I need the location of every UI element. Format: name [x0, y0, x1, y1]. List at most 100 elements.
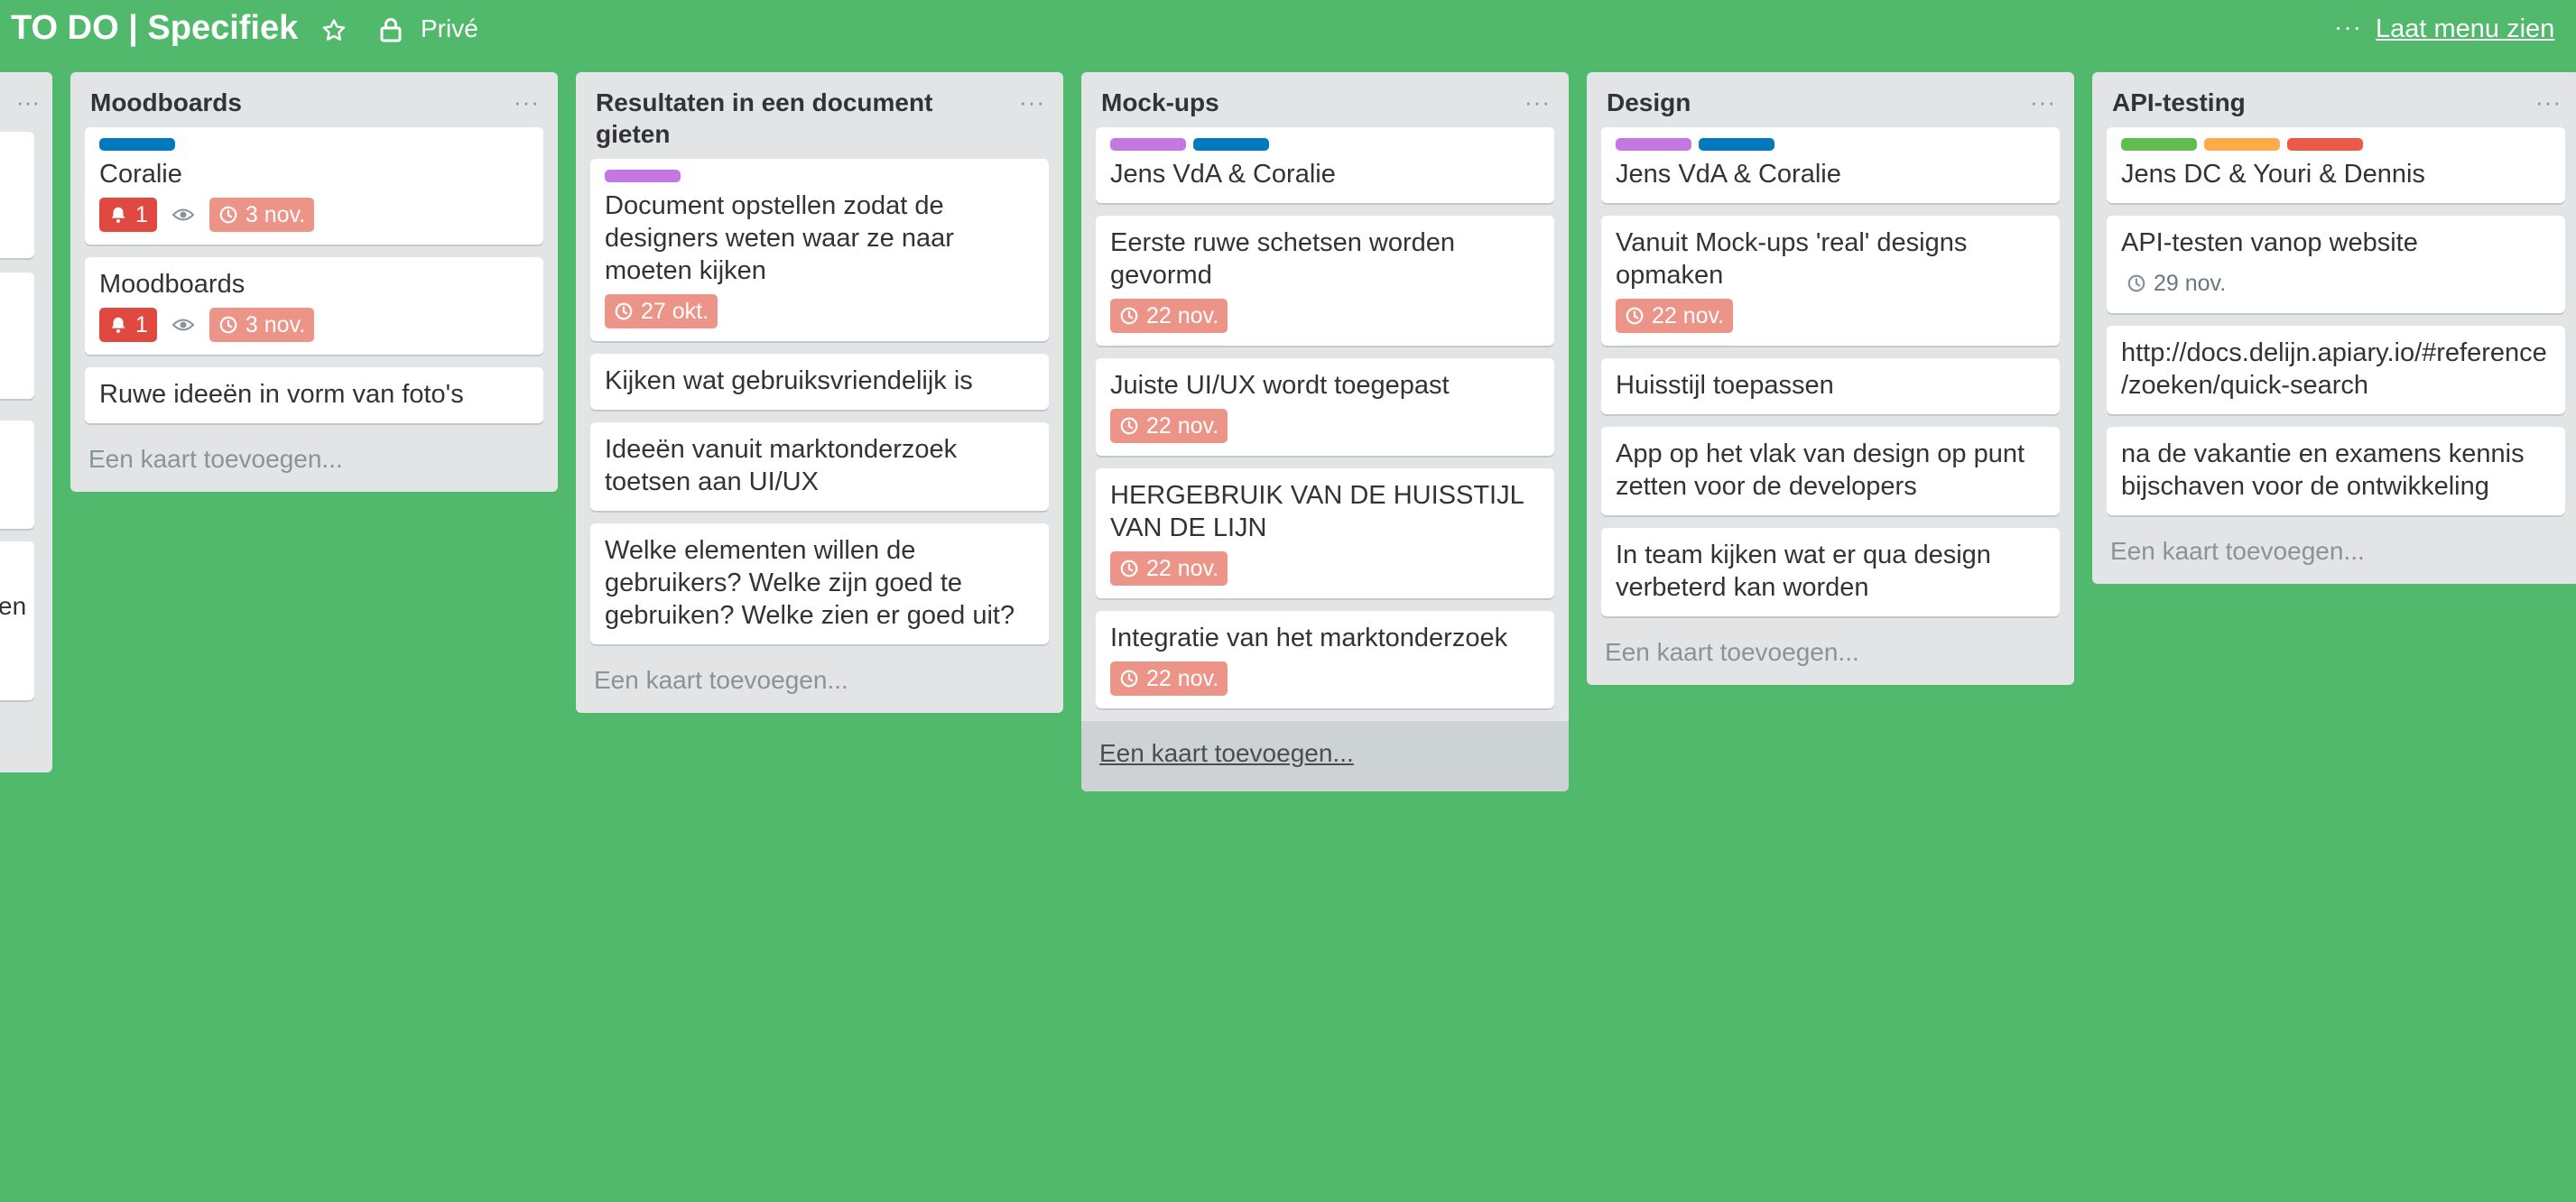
clock-icon — [1119, 306, 1139, 326]
list-card[interactable]: Huisstijl toepassen — [1601, 358, 2060, 414]
list-header: API-testing ··· — [2092, 72, 2576, 127]
list-card[interactable]: en — [0, 541, 34, 700]
clock-icon — [1119, 559, 1139, 578]
card-title: Ideeën vanuit marktonderzoek toetsen aan… — [605, 435, 958, 496]
card-title: Document opstellen zodat de designers we… — [605, 191, 954, 285]
list-card[interactable]: Kijken wat gebruiksvriendelijk is — [590, 354, 1049, 410]
card-title: Moodboards — [99, 270, 246, 299]
list-menu-icon[interactable]: ··· — [2030, 88, 2056, 116]
list-resultaten-in-een-document-gieten: Resultaten in een document gieten ··· Docu… — [576, 72, 1063, 713]
label-blue — [99, 138, 175, 151]
list-title[interactable]: Resultaten in een document gieten — [596, 87, 991, 150]
list-card[interactable]: Juiste UI/UX wordt toegepast 22 nov. — [1096, 358, 1554, 456]
list-menu-icon[interactable]: ··· — [16, 88, 40, 116]
due-date: 22 nov. — [1146, 665, 1219, 691]
bell-icon — [108, 205, 128, 225]
list-card[interactable]: Ruwe ideeën in vorm van foto's — [85, 367, 543, 423]
due-date: 29 nov. — [2154, 270, 2227, 296]
add-card-button[interactable]: Een kaart toevoegen... — [88, 436, 543, 477]
due-date-badge: 22 nov. — [1616, 299, 1734, 333]
show-menu-link[interactable]: Laat menu zien — [2376, 14, 2554, 44]
list-card[interactable] — [0, 132, 34, 258]
lock-icon[interactable] — [379, 16, 404, 45]
card-badges: 22 nov. — [1110, 551, 1542, 586]
list-card[interactable]: http://docs.delijn.apiary.io/#reference/… — [2107, 326, 2565, 414]
due-date: 22 nov. — [1652, 302, 1725, 328]
add-card-button[interactable]: Een kaart toevoegen... — [1081, 721, 1569, 791]
more-icon[interactable]: ··· — [2334, 13, 2362, 42]
list-api-testing: API-testing ··· Jens DC & Youri & Dennis AP… — [2092, 72, 2576, 584]
due-date-badge: 3 nov. — [208, 308, 315, 342]
label-orange — [2204, 138, 2280, 151]
list-card[interactable]: Ideeën vanuit marktonderzoek toetsen aan… — [590, 422, 1049, 511]
list-menu-icon[interactable]: ··· — [1524, 88, 1551, 116]
card-labels — [1616, 138, 2047, 151]
card-title: Ruwe ideeën in vorm van foto's — [99, 380, 464, 409]
due-date: 3 nov. — [245, 311, 306, 337]
label-red — [2287, 138, 2363, 151]
star-icon[interactable] — [316, 13, 352, 49]
list-card[interactable]: API-testen vanop website 29 nov. — [2107, 216, 2565, 313]
card-badges: 1 3 nov. — [99, 198, 531, 232]
card-text-fragment: en — [0, 592, 27, 620]
list-header: Design ··· — [1587, 72, 2074, 127]
list-card[interactable]: App op het vlak van design op punt zette… — [1601, 427, 2060, 515]
add-card-button[interactable]: Een kaart toevoegen... — [1605, 629, 2060, 670]
label-blue — [1193, 138, 1269, 151]
card-badges: 22 nov. — [1110, 661, 1542, 696]
list-design: Design ··· Jens VdA & Coralie Vanuit Mock-u… — [1587, 72, 2074, 685]
list-title[interactable]: Design — [1607, 87, 2002, 118]
card-title: API-testen vanop website — [2121, 228, 2418, 257]
board-title[interactable]: TO DO | Specifiek — [11, 9, 298, 48]
list-card[interactable] — [0, 273, 34, 399]
clock-icon — [218, 315, 238, 335]
label-blue — [1699, 138, 1774, 151]
list-card[interactable]: Welke elementen willen de gebruikers? We… — [590, 523, 1049, 644]
visibility-button[interactable]: Privé — [421, 14, 478, 43]
list-card[interactable]: In team kijken wat er qua design verbete… — [1601, 528, 2060, 616]
list-moodboards: Moodboards ··· Coralie 1 3 nov. Moodboards 1 3 … — [70, 72, 558, 492]
clock-icon — [218, 205, 238, 225]
list-title[interactable]: API-testing — [2112, 87, 2507, 118]
due-date: 27 okt. — [641, 298, 709, 324]
card-badges: 29 nov. — [2121, 266, 2553, 300]
card-title: na de vakantie en examens kennis bijscha… — [2121, 439, 2525, 501]
card-title: Juiste UI/UX wordt toegepast — [1110, 371, 1450, 400]
card-title: App op het vlak van design op punt zette… — [1616, 439, 2025, 501]
list-card[interactable] — [0, 421, 34, 529]
card-badges: 1 3 nov. — [99, 308, 531, 342]
add-card-button[interactable]: Een kaart toevoegen... — [594, 657, 1049, 698]
card-labels — [99, 138, 531, 151]
list-card[interactable]: Integratie van het marktonderzoek 22 nov. — [1096, 611, 1554, 708]
card-title: In team kijken wat er qua design verbete… — [1616, 541, 1991, 602]
notification-count: 1 — [135, 201, 148, 227]
card-title: Vanuit Mock-ups 'real' designs opmaken — [1616, 228, 1968, 290]
list-header: Resultaten in een document gieten ··· — [576, 72, 1063, 159]
list-title[interactable]: Moodboards — [90, 87, 486, 118]
add-card-button[interactable]: Een kaart toevoegen... — [2110, 528, 2565, 569]
due-date: 22 nov. — [1146, 555, 1219, 581]
label-green — [2121, 138, 2197, 151]
partial-list: ··· en — [0, 72, 52, 772]
list-card[interactable]: Jens DC & Youri & Dennis — [2107, 127, 2565, 203]
list-card[interactable]: Eerste ruwe schetsen worden gevormd 22 no… — [1096, 216, 1554, 346]
list-title[interactable]: Mock-ups — [1101, 87, 1496, 118]
list-card[interactable]: HERGEBRUIK VAN DE HUISSTIJL VAN DE LIJN 2… — [1096, 468, 1554, 598]
list-card[interactable]: Vanuit Mock-ups 'real' designs opmaken 22… — [1601, 216, 2060, 346]
list-card[interactable]: Jens VdA & Coralie — [1096, 127, 1554, 203]
card-title: Coralie — [99, 160, 182, 189]
list-card[interactable]: na de vakantie en examens kennis bijscha… — [2107, 427, 2565, 515]
card-badges: 27 okt. — [605, 294, 1036, 328]
notification-badge: 1 — [99, 198, 157, 232]
list-menu-icon[interactable]: ··· — [514, 88, 540, 116]
list-card[interactable]: Moodboards 1 3 nov. — [85, 257, 543, 355]
due-date-badge: 22 nov. — [1110, 661, 1228, 696]
list-header: Moodboards ··· — [70, 72, 558, 127]
list-menu-icon[interactable]: ··· — [2535, 88, 2562, 116]
list-menu-icon[interactable]: ··· — [1019, 88, 1045, 116]
list-card[interactable]: Coralie 1 3 nov. — [85, 127, 543, 245]
card-badges: 22 nov. — [1110, 409, 1542, 443]
list-card[interactable]: Jens VdA & Coralie — [1601, 127, 2060, 203]
due-date-badge: 22 nov. — [1110, 551, 1228, 586]
list-card[interactable]: Document opstellen zodat de designers we… — [590, 159, 1049, 341]
